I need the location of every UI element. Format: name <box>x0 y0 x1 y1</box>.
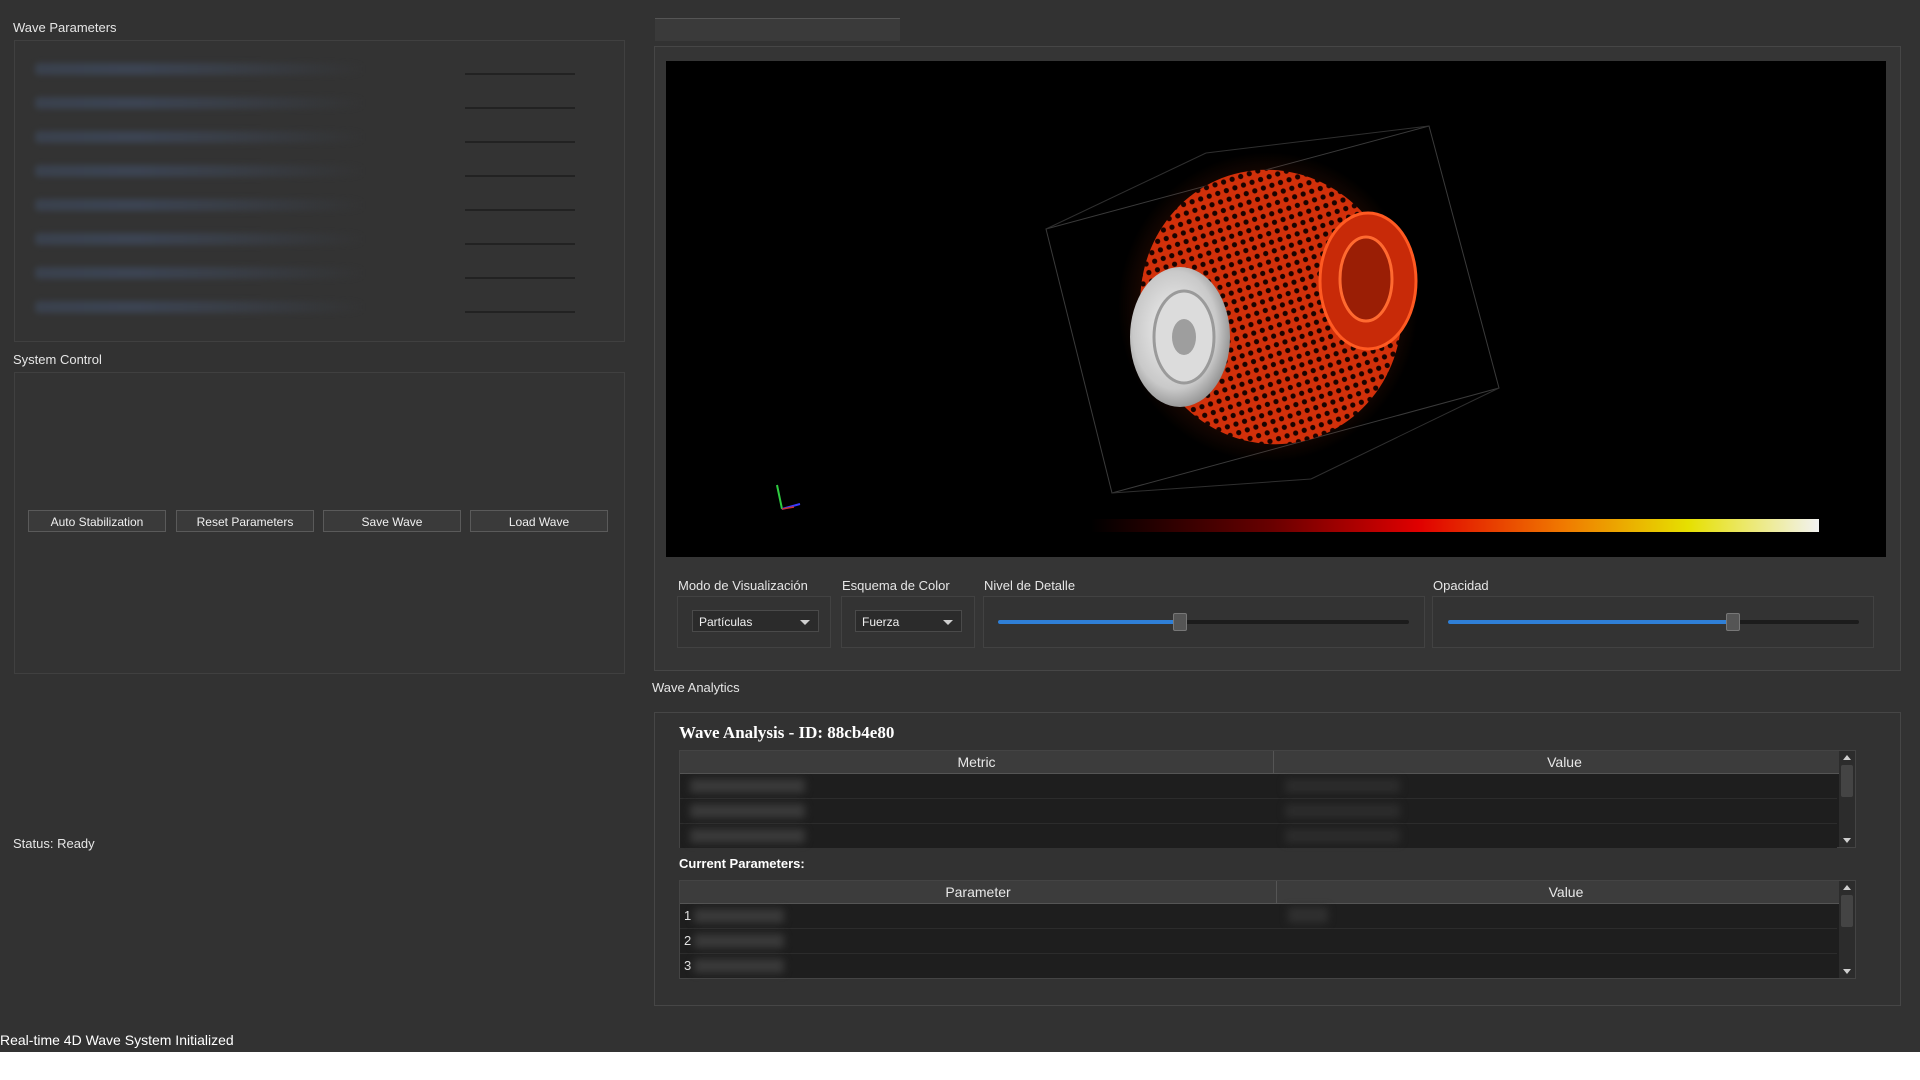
scrollbar-thumb[interactable] <box>1841 895 1853 927</box>
opacity-handle[interactable] <box>1725 613 1740 631</box>
load-wave-button[interactable]: Load Wave <box>470 510 608 532</box>
color-scheme-label: Esquema de Color <box>842 578 950 593</box>
table-row[interactable]: 2 <box>680 929 1837 954</box>
save-wave-button[interactable]: Save Wave <box>323 510 461 532</box>
opacity-slider[interactable] <box>1448 613 1859 631</box>
value-column-header[interactable]: Value <box>1274 751 1855 773</box>
wave-analytics-title: Wave Analytics <box>652 680 740 695</box>
status-label: Status: Ready <box>13 836 95 851</box>
scroll-down-icon[interactable] <box>1843 969 1851 974</box>
visualization-mode-select[interactable]: Partículas <box>692 610 819 632</box>
chevron-down-icon <box>800 620 810 625</box>
view-tab[interactable] <box>655 18 900 41</box>
chevron-down-icon <box>943 620 953 625</box>
parameters-table-header: Parameter Value <box>680 881 1855 904</box>
parameter-column-header[interactable]: Parameter <box>680 881 1277 903</box>
metrics-table-header: Metric Value <box>680 751 1855 774</box>
color-scheme-select[interactable]: Fuerza <box>855 610 962 632</box>
table-row[interactable] <box>680 799 1837 824</box>
auto-stabilization-button[interactable]: Auto Stabilization <box>28 510 166 532</box>
detail-level-label: Nivel de Detalle <box>984 578 1076 593</box>
metrics-scrollbar[interactable] <box>1839 751 1855 847</box>
param-row[interactable] <box>25 265 625 283</box>
row-number: 1 <box>684 908 692 923</box>
scroll-up-icon[interactable] <box>1843 885 1851 890</box>
param-value-column-header[interactable]: Value <box>1277 881 1855 903</box>
main-window: Wave Parameters System Control Auto Stab… <box>0 0 1920 1052</box>
param-row[interactable] <box>25 163 625 181</box>
visualization-mode-label: Modo de Visualización <box>678 578 808 593</box>
parameters-scrollbar[interactable] <box>1839 881 1855 978</box>
row-number: 3 <box>684 958 692 973</box>
visualization-mode-value: Partículas <box>699 615 753 629</box>
status-bar-message: Real-time 4D Wave System Initialized <box>0 1032 234 1048</box>
metrics-table[interactable]: Metric Value <box>679 750 1856 848</box>
table-row[interactable] <box>680 774 1837 799</box>
scroll-down-icon[interactable] <box>1843 838 1851 843</box>
color-scheme-value: Fuerza <box>862 615 900 629</box>
param-row[interactable] <box>25 197 625 215</box>
detail-level-handle[interactable] <box>1172 613 1187 631</box>
metric-column-header[interactable]: Metric <box>680 751 1274 773</box>
row-number: 2 <box>684 933 692 948</box>
param-row[interactable] <box>25 129 625 147</box>
scrollbar-thumb[interactable] <box>1841 765 1853 797</box>
current-parameters-heading: Current Parameters: <box>679 856 805 871</box>
system-control-title: System Control <box>13 352 102 367</box>
3d-viewport[interactable] <box>666 61 1886 557</box>
wave-parameters-panel <box>14 40 625 342</box>
param-row[interactable] <box>25 61 625 79</box>
table-row[interactable] <box>680 824 1837 848</box>
analysis-heading: Wave Analysis - ID: 88cb4e80 <box>679 723 895 742</box>
opacity-label: Opacidad <box>1433 578 1489 593</box>
param-row[interactable] <box>25 95 625 113</box>
scroll-up-icon[interactable] <box>1843 755 1851 760</box>
param-row[interactable] <box>25 299 625 317</box>
detail-level-fill <box>998 620 1179 624</box>
wave-render <box>776 125 1819 532</box>
wave-parameters-title: Wave Parameters <box>13 20 117 35</box>
opacity-fill <box>1448 620 1732 624</box>
table-row[interactable]: 1 <box>680 904 1837 929</box>
param-row[interactable] <box>25 231 625 249</box>
parameters-table[interactable]: Parameter Value 1 2 3 <box>679 880 1856 979</box>
table-row[interactable]: 3 <box>680 954 1837 978</box>
detail-level-slider[interactable] <box>998 613 1409 631</box>
reset-parameters-button[interactable]: Reset Parameters <box>176 510 314 532</box>
